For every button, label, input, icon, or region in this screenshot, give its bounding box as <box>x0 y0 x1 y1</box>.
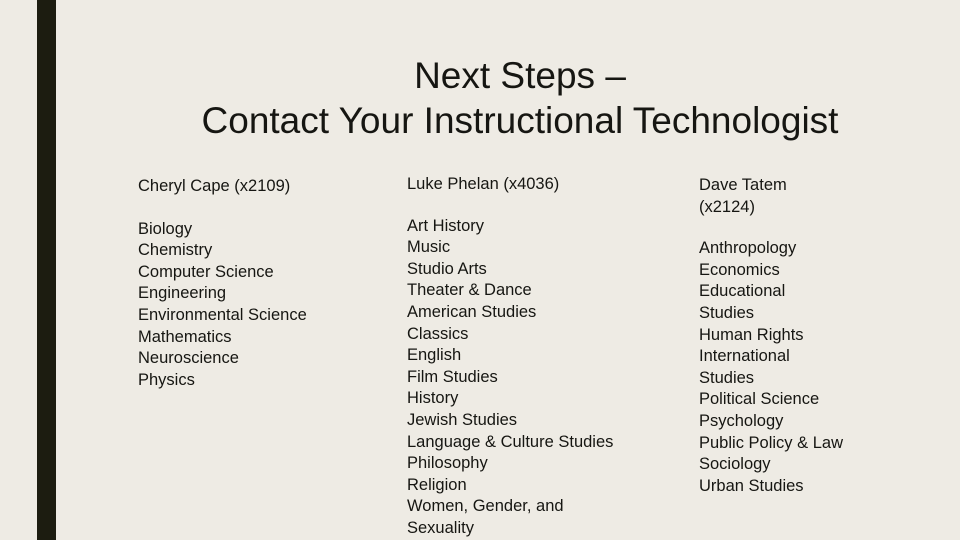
department-item: Art History <box>407 216 485 235</box>
department-item: Jewish Studies <box>407 410 518 429</box>
department-item: Chemistry <box>138 241 213 260</box>
department-list: Anthropology Economics Educational Studi… <box>699 238 859 497</box>
department-item: English <box>407 346 462 365</box>
department-item: Physics <box>138 370 195 389</box>
department-item: Sociology <box>699 455 771 474</box>
department-item: Religion <box>407 475 467 494</box>
slide-title-line-1: Next Steps – <box>414 55 626 96</box>
department-item: Psychology <box>699 411 784 430</box>
department-item: Language & Culture Studies <box>407 432 614 451</box>
department-item: Public Policy & Law <box>699 433 843 452</box>
department-item: History <box>407 389 459 408</box>
department-item: Economics <box>699 260 780 279</box>
department-item: Anthropology <box>699 239 797 258</box>
department-item: Classics <box>407 324 469 343</box>
department-item: Philosophy <box>407 454 488 473</box>
department-item: Political Science <box>699 390 820 409</box>
contact-name: Luke Phelan (x4036) <box>407 175 560 193</box>
technologist-column-3: Dave Tatem (x2124) Anthropology Economic… <box>699 175 859 497</box>
accent-side-bar <box>37 0 56 540</box>
department-item: Women, Gender, and Sexuality <box>407 497 564 537</box>
department-item: Environmental Science <box>138 305 307 324</box>
department-list: Biology Chemistry Computer Science Engin… <box>138 219 388 392</box>
department-item: American Studies <box>407 302 537 321</box>
department-item: Biology <box>138 219 193 238</box>
department-list: Art History Music Studio Arts Theater & … <box>407 216 667 540</box>
department-item: Neuroscience <box>138 349 239 368</box>
department-item: Mathematics <box>138 327 232 346</box>
department-item: Urban Studies <box>699 476 804 495</box>
department-item: Music <box>407 238 451 257</box>
slide-title-line-2: Contact Your Instructional Technologist <box>201 100 839 141</box>
contact-name: Cheryl Cape (x2109) <box>138 177 291 195</box>
department-item: Engineering <box>138 284 227 303</box>
department-item: Computer Science <box>138 262 274 281</box>
department-item: International Studies <box>699 347 790 387</box>
contact-name: Dave Tatem (x2124) <box>699 176 787 216</box>
technologist-column-2: Luke Phelan (x4036) Art History Music St… <box>407 174 667 540</box>
department-item: Studio Arts <box>407 259 487 278</box>
department-item: Educational Studies <box>699 282 786 322</box>
department-item: Film Studies <box>407 367 498 386</box>
department-item: Theater & Dance <box>407 281 532 300</box>
slide-title: Next Steps – Contact Your Instructional … <box>100 53 940 143</box>
technologist-column-1: Cheryl Cape (x2109) Biology Chemistry Co… <box>138 176 388 391</box>
department-item: Human Rights <box>699 325 804 344</box>
